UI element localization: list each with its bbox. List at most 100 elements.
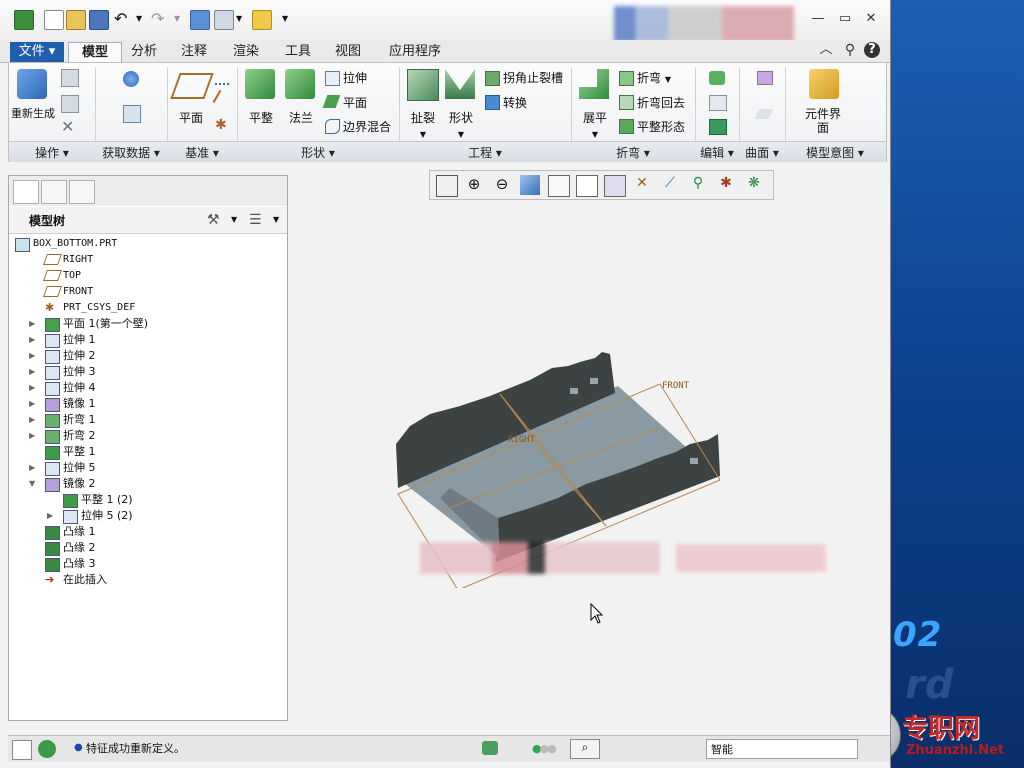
csys-display-icon[interactable]: ✱ bbox=[716, 175, 736, 195]
zoom-out-icon[interactable]: ⊖ bbox=[492, 175, 512, 195]
browser-toggle-icon[interactable] bbox=[38, 740, 56, 758]
rip-big-icon[interactable] bbox=[407, 69, 439, 101]
component-interface-button[interactable]: 元件界面 bbox=[803, 107, 843, 135]
tab-view[interactable]: 视图 bbox=[326, 42, 370, 62]
search-icon[interactable]: ⚲ bbox=[842, 42, 858, 58]
new-icon[interactable] bbox=[44, 10, 64, 30]
display-style-icon[interactable] bbox=[548, 175, 570, 197]
datum-point-icon[interactable]: ✱ bbox=[215, 117, 227, 133]
folder-icon[interactable] bbox=[252, 10, 272, 30]
tab-file[interactable]: 文件 ▾ bbox=[10, 42, 64, 62]
tree-item[interactable]: ▶ 平面 1(第一个壁) bbox=[9, 316, 287, 332]
tree-item[interactable]: ▶ 拉伸 5 bbox=[9, 460, 287, 476]
collapse-icon[interactable]: ▼ bbox=[29, 476, 37, 492]
settings-icon[interactable]: ⚒ bbox=[207, 212, 220, 228]
tree-item[interactable]: 凸缘 3 bbox=[9, 556, 287, 572]
flange-button[interactable]: 法兰 bbox=[279, 109, 323, 126]
form-big-icon[interactable] bbox=[445, 69, 475, 99]
get-data-icon[interactable] bbox=[123, 71, 139, 87]
undo-dropdown-icon[interactable]: ▼ bbox=[136, 10, 144, 28]
group-operations[interactable]: 操作 ▾ bbox=[9, 144, 95, 161]
show-icon[interactable]: ☰ bbox=[249, 212, 262, 228]
navigator-toggle-icon[interactable] bbox=[12, 740, 32, 760]
plane-shape-icon[interactable] bbox=[322, 95, 341, 108]
find-icon[interactable]: ⌕ bbox=[570, 739, 600, 759]
plane-button[interactable]: 平面 bbox=[343, 94, 367, 111]
corner-relief-button[interactable]: 拐角止裂槽 bbox=[503, 69, 563, 86]
open-icon[interactable] bbox=[66, 10, 86, 30]
tab-render[interactable]: 渲染 bbox=[224, 42, 268, 62]
surface-1-icon[interactable] bbox=[757, 71, 773, 85]
unbend-big-icon[interactable] bbox=[579, 69, 609, 99]
minimize-button[interactable]: — bbox=[810, 11, 826, 27]
app-icon[interactable] bbox=[14, 10, 34, 30]
settings-dropdown-icon[interactable]: ▼ bbox=[231, 215, 237, 224]
form-button[interactable]: 形状 ▼ bbox=[439, 109, 483, 140]
tab-model[interactable]: 模型 bbox=[68, 42, 122, 63]
bend-back-icon[interactable] bbox=[619, 95, 634, 110]
redo-dropdown-icon[interactable]: ▼ bbox=[174, 10, 182, 28]
regenerate-icon[interactable] bbox=[190, 10, 210, 30]
redo-icon[interactable]: ↷ bbox=[151, 10, 169, 28]
paste-icon[interactable] bbox=[61, 95, 79, 113]
group-shapes[interactable]: 形状 ▾ bbox=[237, 144, 399, 161]
folder-browser-tab-icon[interactable] bbox=[41, 180, 67, 204]
regenerate-big-icon[interactable] bbox=[17, 69, 47, 99]
datum-display-icon[interactable]: ✕ bbox=[632, 175, 652, 195]
tree-item[interactable]: ▶ 拉伸 5 (2) bbox=[9, 508, 287, 524]
tree-item[interactable]: 平整 1 (2) bbox=[9, 492, 287, 508]
tree-item[interactable]: ➔ 在此插入 bbox=[9, 572, 287, 588]
tree-item[interactable]: ▶ 拉伸 2 bbox=[9, 348, 287, 364]
bend-icon[interactable] bbox=[619, 71, 634, 86]
bend-button[interactable]: 折弯 ▼ bbox=[637, 69, 671, 86]
convert-button[interactable]: 转换 bbox=[503, 94, 527, 111]
selection-filter[interactable]: 智能 bbox=[706, 739, 858, 759]
regen-status-icon[interactable] bbox=[482, 741, 498, 755]
refit-icon[interactable] bbox=[436, 175, 458, 197]
expand-icon[interactable]: ▶ bbox=[29, 428, 37, 444]
axis-display-icon[interactable]: ⟋ bbox=[660, 175, 680, 195]
datum-axis-icon[interactable] bbox=[215, 69, 229, 85]
copy-icon[interactable] bbox=[61, 69, 79, 87]
help-icon[interactable]: ? bbox=[864, 42, 880, 58]
flat-pattern-button[interactable]: 平整形态 bbox=[637, 118, 685, 135]
undo-icon[interactable]: ↶ bbox=[114, 10, 132, 28]
unbend-button[interactable]: 展平 ▼ bbox=[573, 109, 617, 140]
ribbon-minimize-icon[interactable]: ︿ bbox=[818, 42, 834, 58]
get-data-2-icon[interactable] bbox=[123, 105, 141, 123]
corner-relief-icon[interactable] bbox=[485, 71, 500, 86]
expand-icon[interactable]: ▶ bbox=[29, 364, 37, 380]
boundary-blend-icon[interactable] bbox=[325, 119, 340, 134]
flat-pattern-icon[interactable] bbox=[619, 119, 634, 134]
favorites-tab-icon[interactable] bbox=[69, 180, 95, 204]
extrude-button[interactable]: 拉伸 bbox=[343, 69, 367, 86]
tree-item[interactable]: ▶ 镜像 1 bbox=[9, 396, 287, 412]
expand-icon[interactable]: ▶ bbox=[29, 316, 37, 332]
window-icon[interactable] bbox=[214, 10, 234, 30]
zoom-in-icon[interactable]: ⊕ bbox=[464, 175, 484, 195]
convert-icon[interactable] bbox=[485, 95, 500, 110]
tree-item[interactable]: ▶ 折弯 1 bbox=[9, 412, 287, 428]
annotation-display-icon[interactable]: ❋ bbox=[744, 175, 764, 195]
expand-icon[interactable]: ▶ bbox=[29, 412, 37, 428]
point-display-icon[interactable]: ⚲ bbox=[688, 175, 708, 195]
tab-applications[interactable]: 应用程序 bbox=[380, 42, 450, 62]
flange-big-icon[interactable] bbox=[285, 69, 315, 99]
component-interface-icon[interactable] bbox=[809, 69, 839, 99]
tree-item[interactable]: TOP bbox=[9, 268, 287, 284]
tree-item[interactable]: 凸缘 2 bbox=[9, 540, 287, 556]
datum-plane-big-icon[interactable] bbox=[170, 73, 214, 99]
group-surface[interactable]: 曲面 ▾ bbox=[739, 144, 785, 161]
flat-big-icon[interactable] bbox=[245, 69, 275, 99]
expand-icon[interactable]: ▶ bbox=[29, 396, 37, 412]
saved-views-icon[interactable] bbox=[576, 175, 598, 197]
boundary-blend-button[interactable]: 边界混合 bbox=[343, 118, 391, 135]
extrude-icon[interactable] bbox=[325, 71, 340, 86]
tree-item[interactable]: ▶ 折弯 2 bbox=[9, 428, 287, 444]
tree-item[interactable]: RIGHT bbox=[9, 252, 287, 268]
tree-item[interactable]: FRONT bbox=[9, 284, 287, 300]
repaint-icon[interactable] bbox=[520, 175, 540, 195]
expand-icon[interactable]: ▶ bbox=[29, 348, 37, 364]
flat-button[interactable]: 平整 bbox=[239, 109, 283, 126]
group-get-data[interactable]: 获取数据 ▾ bbox=[95, 144, 167, 161]
